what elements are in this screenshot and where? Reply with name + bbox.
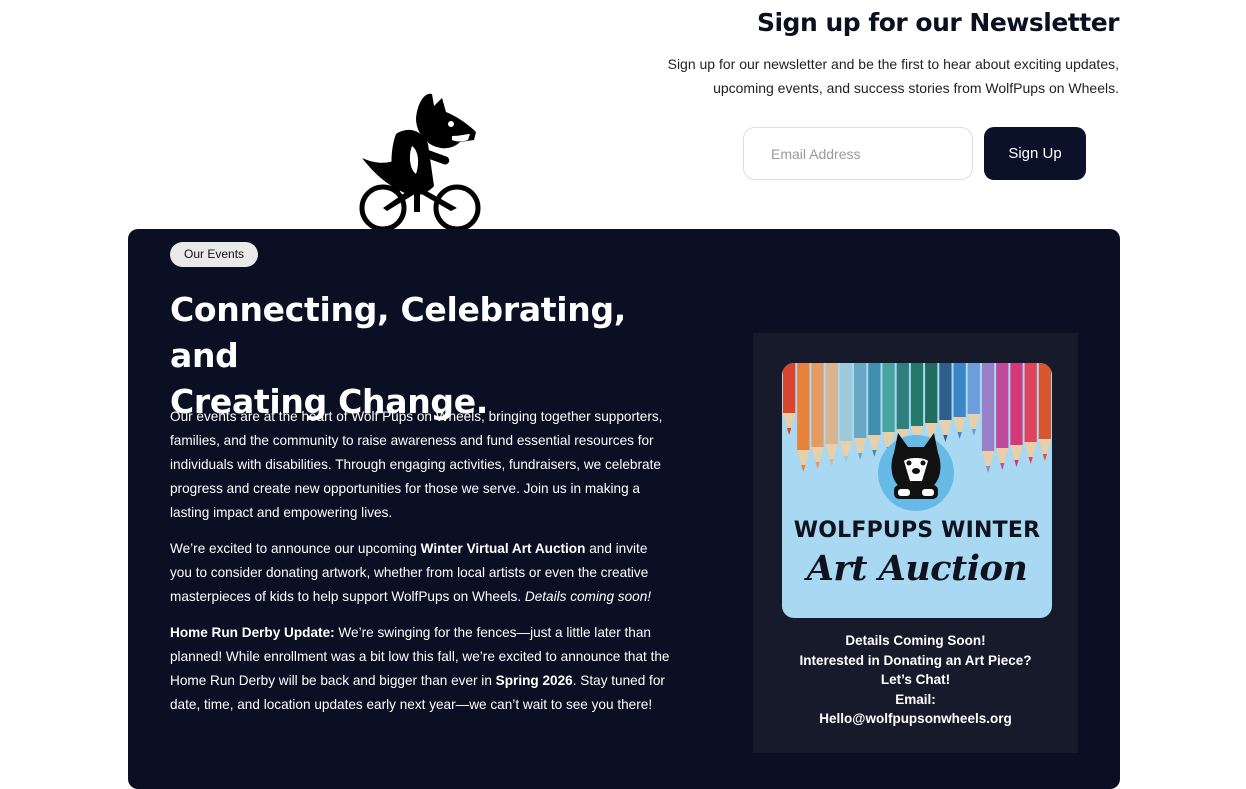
events-paragraph: Our events are at the heart of Wolf Pups… (170, 409, 663, 520)
wolf-on-bicycle-icon (359, 93, 481, 232)
poster-subtitle: Art Auction (806, 548, 1028, 589)
newsletter-form: Sign Up (743, 127, 1086, 180)
art-auction-poster: WOLFPUPS WINTER Art Auction (782, 363, 1052, 618)
newsletter-section: Sign up for our Newsletter Sign up for o… (559, 6, 1120, 100)
paragraph-highlight: Spring 2026 (495, 673, 573, 688)
newsletter-description: Sign up for our newsletter and be the fi… (559, 52, 1119, 100)
paragraph-italic: Details coming soon! (524, 589, 652, 604)
card-line: Let’s Chat! (880, 672, 951, 687)
card-details: Details Coming Soon! Interested in Donat… (753, 631, 1078, 729)
events-heading-line: Connecting, Celebrating, and (170, 290, 627, 375)
sign-up-button[interactable]: Sign Up (984, 127, 1086, 180)
newsletter-description-line: Sign up for our newsletter and be the fi… (667, 56, 1119, 72)
events-body: Our events are at the heart of Wolf Pups… (170, 405, 670, 729)
poster-title: WOLFPUPS WINTER (793, 518, 1041, 543)
card-email: Hello@wolfpupsonwheels.org (819, 711, 1012, 726)
card-line: Details Coming Soon! (845, 633, 986, 648)
paragraph-text: We’re excited to announce our upcoming (170, 541, 421, 556)
paragraph-label: Home Run Derby Update: (170, 625, 335, 640)
newsletter-title: Sign up for our Newsletter (756, 8, 1120, 37)
art-auction-card: WOLFPUPS WINTER Art Auction Details Comi… (753, 333, 1078, 753)
events-paragraph: Home Run Derby Update: We’re swinging fo… (170, 621, 670, 717)
card-line: Interested in Donating an Art Piece? (799, 652, 1032, 668)
email-input[interactable] (743, 127, 973, 180)
paragraph-highlight: Winter Virtual Art Auction (420, 541, 586, 556)
events-paragraph: We’re excited to announce our upcoming W… (170, 537, 670, 609)
events-section: Our Events Connecting, Celebrating, and … (128, 229, 1120, 789)
card-line: Email: (895, 691, 936, 707)
section-tag: Our Events (170, 242, 259, 267)
newsletter-description-line: upcoming events, and success stories fro… (713, 80, 1119, 96)
